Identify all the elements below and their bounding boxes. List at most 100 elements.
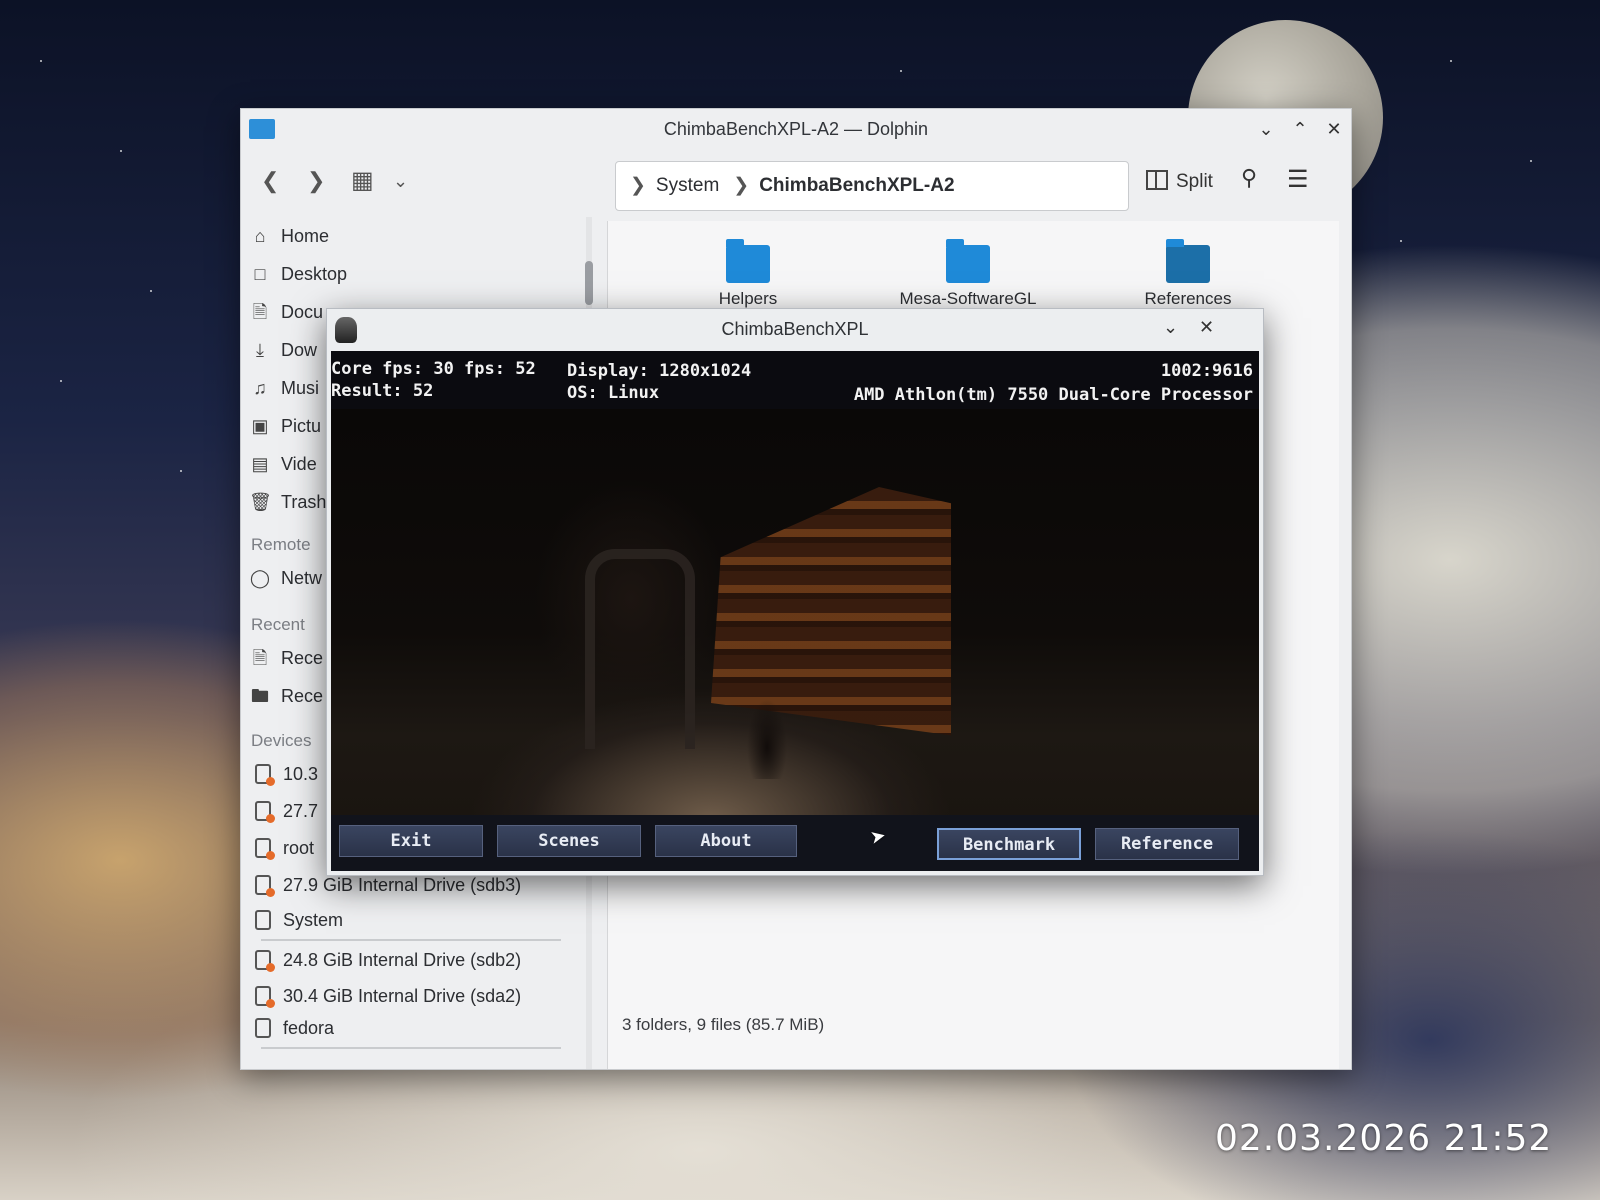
status-text: 3 folders, 9 files (85.7 MiB) [622, 1015, 825, 1034]
sidebar-item-label: 24.8 GiB Internal Drive (sdb2) [283, 950, 522, 970]
sidebar-heading-remote: Remote [251, 535, 311, 554]
sidebar-item-network[interactable]: ◯ Netw [249, 563, 322, 593]
split-label: Split [1176, 171, 1213, 192]
sidebar-item-pictures[interactable]: ▣ Pictu [249, 411, 321, 441]
folder-item[interactable]: References [1098, 239, 1278, 309]
hud-result: Result: 52 [331, 381, 434, 401]
sidebar-item-label: Docu [281, 302, 324, 322]
hud-cpu: AMD Athlon(tm) 7550 Dual-Core Processor [853, 385, 1253, 405]
breadcrumb-current[interactable]: ChimbaBenchXPL-A2 [759, 175, 954, 196]
sidebar-item-trash[interactable]: 🗑 Trash [249, 487, 326, 517]
sidebar-item-downloads[interactable]: ⤓ Dow [249, 335, 317, 365]
sidebar-item-home[interactable]: ⌂ Home [249, 221, 329, 251]
hud-display: Display: 1280x1024 [567, 361, 752, 381]
sidebar-item-recent-files[interactable]: 🗎 Rece [249, 643, 323, 673]
doorway [585, 549, 695, 749]
sidebar-item-label: 27.9 GiB Internal Drive (sdb3) [283, 875, 522, 895]
folder-icon [1166, 239, 1210, 283]
creature [747, 699, 787, 779]
button-bar: Exit Scenes About Benchmark Reference [331, 815, 1259, 871]
chevron-right-icon: ❯ [630, 175, 646, 196]
hud-code: 1002:9616 [1160, 361, 1253, 381]
breadcrumb[interactable]: ❯ System ❯ ChimbaBenchXPL-A2 [615, 161, 1129, 211]
recent-files-icon: 🗎 [252, 648, 268, 668]
exit-button[interactable]: Exit [339, 825, 483, 857]
drive-icon [255, 1018, 271, 1038]
drive-icon [255, 950, 275, 972]
sidebar-item-device[interactable]: fedora [255, 1013, 334, 1043]
minimize-icon[interactable]: ⌄ [1163, 317, 1178, 338]
sidebar-item-label: Vide [281, 454, 317, 474]
sidebar-heading-recent: Recent [251, 615, 305, 634]
folder-item[interactable]: Helpers [658, 239, 838, 309]
hamburger-menu-icon[interactable]: ☰ [1287, 165, 1309, 194]
sidebar-item-label: Netw [281, 568, 323, 588]
window-title: ChimbaBenchXPL-A2 — Dolphin [663, 119, 929, 139]
folder-item[interactable]: Mesa-SoftwareGL [878, 239, 1058, 309]
minimize-icon[interactable]: ⌄ [1253, 117, 1279, 141]
sidebar-item-label: Musi [281, 378, 320, 398]
bench-title: ChimbaBenchXPL [721, 319, 869, 339]
sidebar-item-label: Trash [281, 492, 327, 512]
sidebar-item-device[interactable]: 10.3 [255, 759, 318, 789]
about-button[interactable]: About [655, 825, 797, 857]
capacity-bar [261, 939, 561, 941]
folder-label: References [1144, 289, 1232, 308]
drive-icon [255, 986, 275, 1008]
maximize-icon[interactable]: ⌃ [1287, 117, 1313, 141]
toolbar: ❮ ❯ ▦ ⌄ ❯ System ❯ ChimbaBenchXPL-A2 Split … [241, 153, 1351, 213]
sidebar-item-videos[interactable]: ▤ Vide [249, 449, 317, 479]
sidebar-item-device[interactable]: 27.7 [255, 796, 318, 826]
sidebar-item-label: fedora [283, 1018, 335, 1038]
home-icon: ⌂ [254, 226, 266, 246]
forward-icon[interactable]: ❯ [307, 165, 325, 197]
sidebar-item-label: 30.4 GiB Internal Drive (sda2) [283, 986, 522, 1006]
sidebar-item-desktop[interactable]: □ Desktop [249, 259, 347, 289]
sidebar-item-device[interactable]: 30.4 GiB Internal Drive (sda2) [255, 981, 521, 1011]
view-mode-icon[interactable]: ▦ [351, 165, 374, 197]
scenes-button[interactable]: Scenes [497, 825, 641, 857]
back-icon[interactable]: ❮ [261, 165, 279, 197]
benchmark-button[interactable]: Benchmark [937, 828, 1081, 860]
sidebar-scrollbar[interactable] [585, 261, 593, 305]
hud-fps: Core fps: 30 fps: 52 [331, 359, 536, 379]
drive-icon [255, 875, 275, 897]
3d-scene [331, 409, 1259, 817]
breadcrumb-parent[interactable]: System [656, 175, 719, 196]
sidebar-item-recent-locations[interactable]: 🖿 Rece [249, 681, 323, 711]
search-icon[interactable]: ⚲ [1241, 165, 1257, 191]
sidebar-item-label: Desktop [281, 264, 348, 284]
folder-icon [726, 239, 770, 283]
reference-button[interactable]: Reference [1095, 828, 1239, 860]
sidebar-item-documents[interactable]: 🗎 Docu [249, 297, 323, 327]
sidebar-item-label: Rece [281, 648, 324, 668]
sidebar-item-label: Dow [281, 340, 318, 360]
drive-icon [255, 801, 275, 823]
sidebar-item-label: Pictu [281, 416, 322, 436]
sidebar-item-device[interactable]: 24.8 GiB Internal Drive (sdb2) [255, 945, 521, 975]
chevron-down-icon[interactable]: ⌄ [393, 165, 408, 197]
music-icon: ♫ [253, 378, 267, 398]
bench-window: ChimbaBenchXPL ⌄ ✕ Core fps: 30 fps: 52 … [326, 308, 1264, 876]
close-icon[interactable]: ✕ [1321, 117, 1347, 141]
network-icon: ◯ [249, 568, 271, 588]
drive-icon [255, 910, 271, 930]
hud-os: OS: Linux [567, 383, 660, 403]
folder-label: Helpers [718, 289, 778, 308]
close-icon[interactable]: ✕ [1199, 317, 1214, 338]
videos-icon: ▤ [251, 454, 269, 474]
split-button[interactable]: Split [1146, 167, 1213, 197]
sidebar-item-label: Home [281, 226, 330, 246]
sidebar-item-music[interactable]: ♫ Musi [249, 373, 319, 403]
split-icon [1146, 170, 1168, 190]
dolphin-titlebar: ChimbaBenchXPL-A2 — Dolphin ⌄ ⌃ ✕ [241, 109, 1351, 149]
documents-icon: 🗎 [252, 302, 268, 322]
render-viewport: Core fps: 30 fps: 52 Result: 52 Display:… [331, 351, 1259, 871]
sidebar-item-label: 27.7 [283, 801, 319, 821]
downloads-icon: ⤓ [256, 340, 264, 360]
sidebar-item-label: System [283, 910, 344, 930]
sidebar-heading-devices: Devices [251, 731, 312, 750]
sidebar-item-device-system[interactable]: System [255, 905, 343, 935]
sidebar-item-device[interactable]: root [255, 833, 314, 863]
sidebar-item-label: 10.3 [283, 764, 319, 784]
